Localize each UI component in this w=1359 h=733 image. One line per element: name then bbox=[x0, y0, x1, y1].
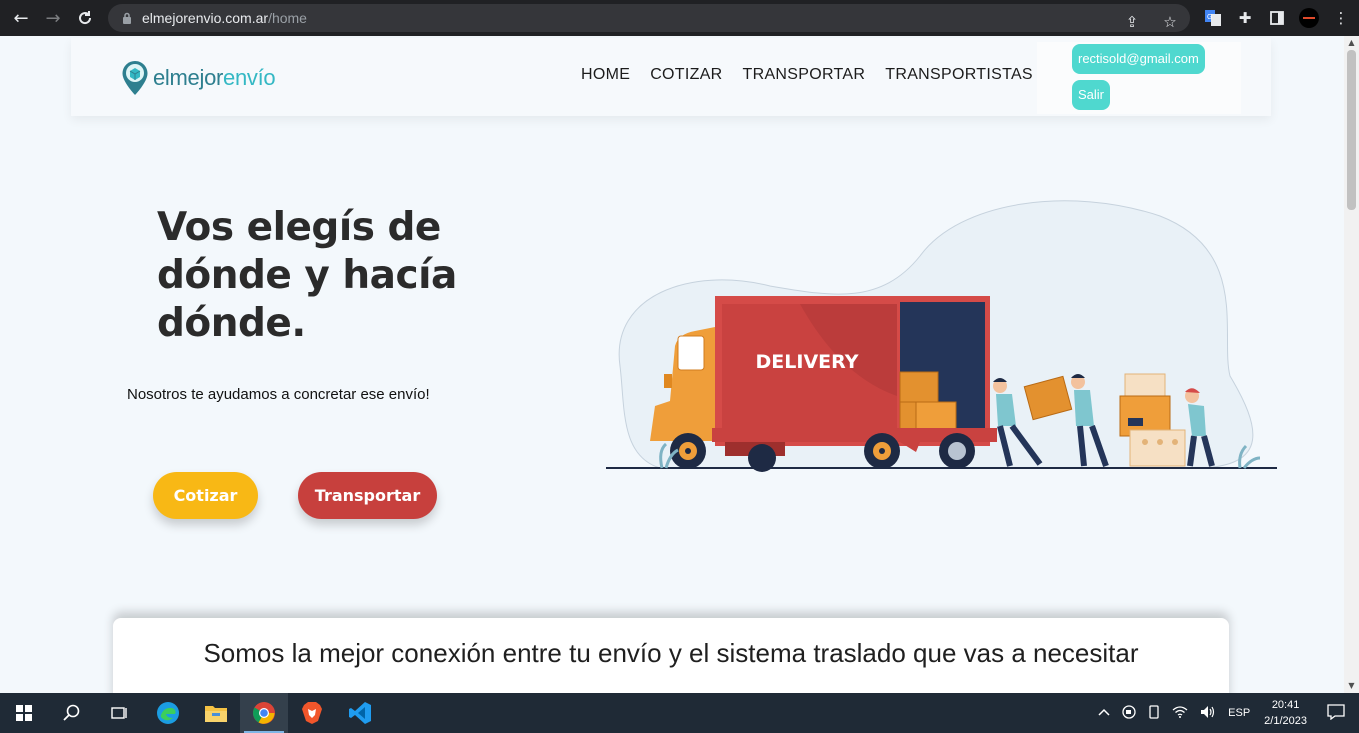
bookmark-star-icon[interactable]: ☆ bbox=[1158, 8, 1182, 36]
main-nav: HOME COTIZAR TRANSPORTAR TRANSPORTISTAS bbox=[581, 66, 1033, 84]
user-email-badge[interactable]: rectisold@gmail.com bbox=[1072, 44, 1205, 74]
page: elmejorenvío HOME COTIZAR TRANSPORTAR TR… bbox=[0, 36, 1344, 693]
logo-text-part2: envío bbox=[223, 65, 276, 90]
sidebar-icon[interactable] bbox=[1265, 4, 1289, 32]
file-explorer-icon[interactable] bbox=[192, 693, 240, 733]
clock-time: 20:41 bbox=[1271, 699, 1300, 711]
chrome-icon[interactable] bbox=[240, 693, 288, 733]
notifications-icon[interactable] bbox=[1327, 703, 1345, 723]
svg-text:G: G bbox=[1207, 14, 1212, 21]
meet-now-icon[interactable] bbox=[1122, 704, 1136, 722]
logo-text: elmejorenvío bbox=[153, 65, 276, 91]
intro-section: Somos la mejor conexión entre tu envío y… bbox=[113, 618, 1229, 693]
delivery-text: DELIVERY bbox=[756, 351, 859, 373]
nav-cotizar[interactable]: COTIZAR bbox=[650, 66, 722, 84]
translate-icon[interactable]: G bbox=[1201, 4, 1225, 32]
nav-home[interactable]: HOME bbox=[581, 66, 630, 84]
section-heading: Somos la mejor conexión entre tu envío y… bbox=[203, 638, 1139, 668]
nav-transportistas[interactable]: TRANSPORTISTAS bbox=[885, 66, 1033, 84]
url-text: elmejorenvio.com.ar/home bbox=[142, 10, 307, 26]
reload-icon[interactable] bbox=[70, 3, 100, 33]
page-scrollbar[interactable]: ▲ ▼ bbox=[1344, 36, 1359, 693]
hero-subtitle: Nosotros te ayudamos a concretar ese env… bbox=[127, 386, 430, 403]
transportar-button[interactable]: Transportar bbox=[298, 472, 437, 519]
wifi-icon[interactable] bbox=[1172, 705, 1188, 721]
scroll-up-arrow-icon[interactable]: ▲ bbox=[1347, 38, 1356, 48]
site-header: elmejorenvío HOME COTIZAR TRANSPORTAR TR… bbox=[71, 38, 1271, 116]
logo-pin-icon bbox=[122, 61, 148, 95]
delivery-illustration: DELIVERY bbox=[606, 200, 1277, 472]
hero-title: Vos elegís de dónde y hacía dónde. bbox=[157, 205, 457, 346]
share-icon[interactable]: ⇪ bbox=[1120, 8, 1144, 36]
task-view-icon[interactable] bbox=[96, 693, 144, 733]
volume-icon[interactable] bbox=[1200, 705, 1216, 722]
logo-text-part1: elmejor bbox=[153, 65, 224, 90]
address-bar[interactable]: elmejorenvio.com.ar/home ⇪ ☆ bbox=[108, 4, 1190, 32]
site-logo[interactable]: elmejorenvío bbox=[121, 60, 276, 96]
scrollbar-thumb[interactable] bbox=[1347, 50, 1356, 210]
profile-avatar-icon[interactable] bbox=[1297, 4, 1321, 32]
cotizar-button[interactable]: Cotizar bbox=[153, 472, 258, 519]
windows-start-icon[interactable] bbox=[0, 693, 48, 733]
menu-kebab-icon[interactable]: ⋮ bbox=[1329, 4, 1353, 32]
lock-icon bbox=[120, 11, 134, 25]
forward-icon[interactable]: → bbox=[38, 3, 68, 33]
extensions-icon[interactable]: ✚ bbox=[1233, 4, 1257, 32]
nav-transportar[interactable]: TRANSPORTAR bbox=[743, 66, 866, 84]
device-icon[interactable] bbox=[1148, 704, 1160, 722]
system-tray: ESP 20:41 2/1/2023 bbox=[1092, 693, 1359, 733]
scroll-down-arrow-icon[interactable]: ▼ bbox=[1347, 681, 1356, 691]
url-path: /home bbox=[268, 10, 307, 26]
windows-taskbar: ESP 20:41 2/1/2023 bbox=[0, 693, 1359, 733]
vscode-icon[interactable] bbox=[336, 693, 384, 733]
taskbar-clock[interactable]: 20:41 2/1/2023 bbox=[1264, 697, 1307, 729]
tray-expand-chevron-icon[interactable] bbox=[1098, 707, 1110, 719]
language-indicator[interactable]: ESP bbox=[1228, 707, 1250, 719]
brave-icon[interactable] bbox=[288, 693, 336, 733]
url-domain: elmejorenvio.com.ar bbox=[142, 10, 269, 26]
logout-button[interactable]: Salir bbox=[1072, 80, 1111, 110]
edge-browser-icon[interactable] bbox=[144, 693, 192, 733]
user-panel: rectisold@gmail.com Salir bbox=[1037, 42, 1241, 114]
back-icon[interactable]: ← bbox=[6, 3, 36, 33]
clock-date: 2/1/2023 bbox=[1264, 715, 1307, 727]
browser-toolbar: ← → elmejorenvio.com.ar/home ⇪ ☆ G ✚ ⋮ bbox=[0, 0, 1359, 36]
search-icon[interactable] bbox=[48, 693, 96, 733]
